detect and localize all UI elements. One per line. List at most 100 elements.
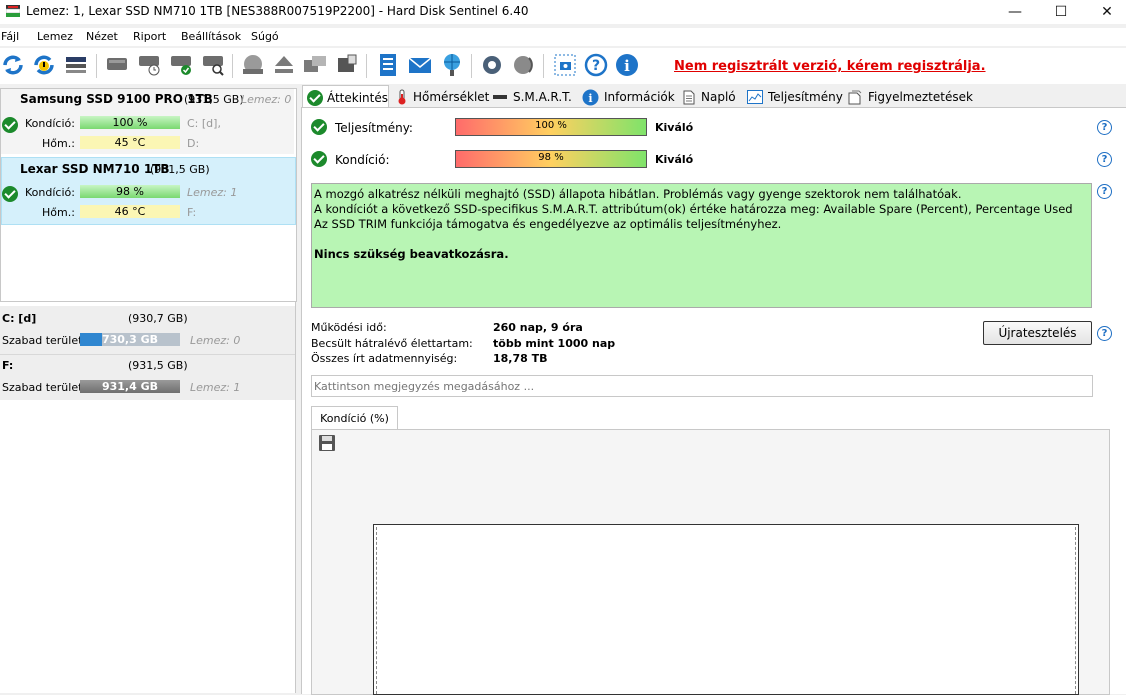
disk-index: Lemez: 1 xyxy=(187,186,238,199)
minimize-button[interactable]: — xyxy=(992,0,1038,24)
tab-label: Információk xyxy=(604,90,675,104)
help-icon[interactable]: ? xyxy=(583,52,609,78)
status-ok-icon xyxy=(2,186,18,202)
info-icon[interactable]: i xyxy=(614,52,640,78)
status-message-line: A kondíciót a következő SSD-specifikus S… xyxy=(314,202,1073,216)
settings-gear-icon[interactable] xyxy=(479,52,505,78)
chart-icon xyxy=(747,90,763,104)
tab-temperature[interactable]: Hőmérséklet xyxy=(396,87,489,107)
status-message-line: A mozgó alkatrész nélküli meghajtó (SSD)… xyxy=(314,187,962,201)
help-icon[interactable]: ? xyxy=(1097,152,1112,167)
tab-label: Áttekintés xyxy=(326,90,388,105)
disk-index: Lemez: 0 xyxy=(241,93,292,106)
title-bar: Lemez: 1, Lexar SSD NM710 1TB [NES388R00… xyxy=(0,0,1126,24)
status-ok-icon xyxy=(311,119,327,135)
written-label: Összes írt adatmennyiség: xyxy=(311,352,458,365)
tab-log[interactable]: Napló xyxy=(683,87,736,107)
eject-icon[interactable] xyxy=(271,52,297,78)
menu-report[interactable]: Riport xyxy=(133,30,166,43)
free-space-bar: 730,3 GB xyxy=(80,333,180,346)
temperature-label: Hőm.: xyxy=(42,137,75,150)
volume-name: F: xyxy=(2,359,14,372)
tab-information[interactable]: i Információk xyxy=(582,87,675,107)
menu-view[interactable]: Nézet xyxy=(86,30,118,43)
thermometer-icon xyxy=(398,89,406,105)
free-space-bar: 931,4 GB xyxy=(80,380,180,393)
graph-tab-condition[interactable]: Kondíció (%) xyxy=(311,406,398,430)
smart-icon xyxy=(493,95,507,99)
condition-label: Kondíció: xyxy=(25,186,75,199)
help-icon[interactable]: ? xyxy=(1097,184,1112,199)
tab-label: Hőmérséklet xyxy=(413,90,490,104)
written-value: 18,78 TB xyxy=(493,352,548,365)
document-icon xyxy=(683,90,695,104)
menu-settings[interactable]: Beállítások xyxy=(181,30,241,43)
tab-overview[interactable]: Áttekintés xyxy=(302,85,389,109)
status-action: Nincs szükség beavatkozásra. xyxy=(314,247,509,261)
info-icon: i xyxy=(582,89,599,105)
status-ok-icon xyxy=(307,89,323,106)
help-icon[interactable]: ? xyxy=(1097,326,1112,341)
tab-label: Figyelmeztetések xyxy=(868,90,973,104)
volume-size: (930,7 GB) xyxy=(128,312,188,325)
menu-help[interactable]: Súgó xyxy=(251,30,279,43)
disk-size: (931,5 GB) xyxy=(150,163,210,176)
condition-value: 98 % xyxy=(538,152,564,163)
note-input[interactable] xyxy=(311,375,1093,397)
refresh-warning-icon[interactable] xyxy=(31,52,57,78)
temp-drive: D: xyxy=(187,137,200,150)
disk-transfer-icon[interactable] xyxy=(302,52,328,78)
tab-warnings[interactable]: Figyelmeztetések xyxy=(848,87,973,107)
free-space-label: Szabad terület xyxy=(2,334,83,347)
app-icon xyxy=(6,5,20,17)
menu-disk[interactable]: Lemez xyxy=(37,30,73,43)
tab-smart[interactable]: S.M.A.R.T. xyxy=(492,87,572,107)
disk-search-icon[interactable] xyxy=(200,52,226,78)
maximize-button[interactable]: ☐ xyxy=(1038,0,1084,24)
condition-bar: 100 % xyxy=(80,116,180,129)
disk-backup-icon[interactable] xyxy=(334,52,360,78)
disk-schedule-icon[interactable] xyxy=(136,52,162,78)
menu-file[interactable]: Fájl xyxy=(1,30,19,43)
condition-label: Kondíció: xyxy=(335,153,390,167)
volume-disk: Lemez: 0 xyxy=(190,334,241,347)
status-ok-icon xyxy=(311,151,327,167)
svg-text:i: i xyxy=(624,57,630,75)
temperature-label: Hőm.: xyxy=(42,206,75,219)
temp-drive: F: xyxy=(187,206,197,219)
tab-label: Napló xyxy=(701,90,736,104)
drive-letters: C: [d], xyxy=(187,117,221,130)
disk-list-icon[interactable] xyxy=(63,52,89,78)
disk-check-icon[interactable] xyxy=(168,52,194,78)
close-button[interactable]: ✕ xyxy=(1084,0,1126,24)
volume-size: (931,5 GB) xyxy=(128,359,188,372)
svg-text:i: i xyxy=(588,92,592,105)
lifetime-label: Becsült hátralévő élettartam: xyxy=(311,337,473,350)
screenshot-icon[interactable] xyxy=(552,52,578,78)
disk-surface-icon[interactable] xyxy=(240,52,266,78)
save-icon[interactable] xyxy=(318,434,336,452)
tab-label: Teljesítmény xyxy=(768,90,843,104)
temperature-bar: 46 °C xyxy=(80,205,180,218)
performance-label: Teljesítmény: xyxy=(335,121,413,135)
condition-rating: Kiváló xyxy=(655,153,694,166)
refresh-icon[interactable] xyxy=(0,52,26,78)
network-icon[interactable] xyxy=(439,52,465,78)
condition-label: Kondíció: xyxy=(25,117,75,130)
lifetime-value: több mint 1000 nap xyxy=(493,337,616,350)
condition-chart-canvas xyxy=(373,524,1079,695)
email-icon[interactable] xyxy=(407,52,433,78)
volume-name: C: [d] xyxy=(2,312,37,325)
help-icon[interactable]: ? xyxy=(1097,120,1112,135)
retest-button[interactable]: Újratesztelés xyxy=(983,321,1092,345)
volume-disk: Lemez: 1 xyxy=(190,381,241,394)
tab-label: S.M.A.R.T. xyxy=(513,90,572,104)
condition-bar: 98 % xyxy=(80,185,180,198)
disk-size: (931,5 GB) xyxy=(184,93,244,106)
menu-bar: Fájl Lemez Nézet Riport Beállítások Súgó xyxy=(0,28,1126,46)
report-icon[interactable] xyxy=(375,52,401,78)
registration-notice-link[interactable]: Nem regisztrált verzió, kérem regisztrál… xyxy=(674,59,986,74)
sound-icon[interactable] xyxy=(511,52,537,78)
tab-performance[interactable]: Teljesítmény xyxy=(747,87,843,107)
disk-icon[interactable] xyxy=(104,52,130,78)
